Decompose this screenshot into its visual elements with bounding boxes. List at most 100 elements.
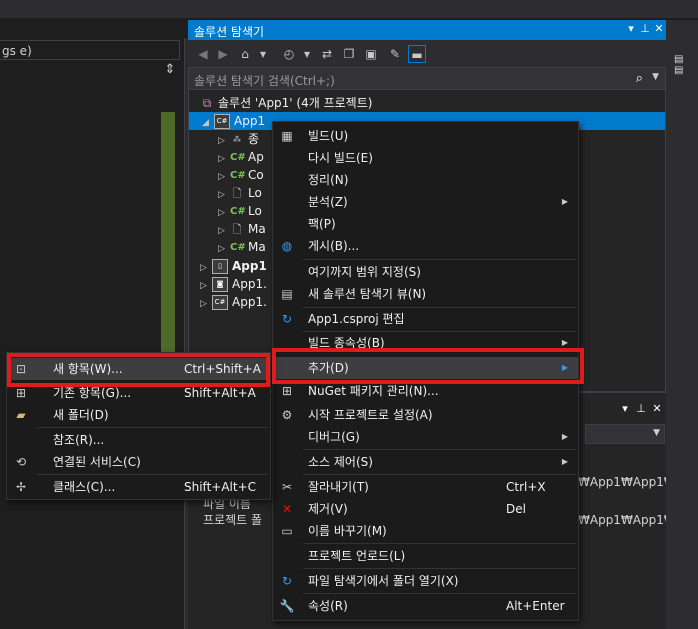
menu-item-label: 다시 빌드(E): [308, 151, 373, 165]
menu-item-pack[interactable]: 팩(P): [273, 213, 578, 235]
close-icon[interactable]: ✕: [652, 22, 666, 36]
menu-item-reference[interactable]: 참조(R)...: [7, 429, 270, 451]
menu-item-rebuild[interactable]: 다시 빌드(E): [273, 147, 578, 169]
search-icon[interactable]: ⌕: [636, 71, 643, 86]
gear-icon: ⚙: [281, 408, 293, 422]
expand-down-icon[interactable]: ◢: [202, 114, 214, 132]
menu-item-label: 팩(P): [308, 217, 336, 231]
menu-item-shortcut: Ctrl+X: [506, 480, 546, 494]
dropdown-icon[interactable]: ▼: [653, 428, 660, 438]
property-name: 프로젝트 폴: [203, 513, 263, 527]
menu-item-cut[interactable]: ✂ 잘라내기(T) Ctrl+X: [273, 476, 578, 498]
forward-icon[interactable]: ▶: [214, 45, 232, 63]
editor-combo-text: gs e): [2, 44, 32, 58]
tree-item[interactable]: ▷ C# Lo: [218, 202, 262, 220]
csharp-file-icon: C#: [230, 206, 246, 217]
tree-item-project[interactable]: ▷ C# App1.: [200, 293, 267, 311]
menu-separator: [303, 593, 576, 594]
property-value: ₩App1₩App1₩: [578, 513, 666, 527]
menu-item-publish[interactable]: ◍ 게시(B)...: [273, 235, 578, 257]
menu-item-label: 시작 프로젝트로 설정(A): [308, 408, 433, 422]
show-all-icon[interactable]: ▣: [362, 45, 380, 63]
tree-item-label: Ma: [248, 240, 266, 254]
tree-item-label: App1.: [232, 277, 267, 291]
menu-item-label: 새 솔루션 탐색기 뷰(N): [308, 287, 427, 301]
dropdown-icon[interactable]: ▾: [624, 22, 638, 36]
tree-item[interactable]: ▷ 🗋 Lo: [218, 184, 262, 202]
tree-item[interactable]: ▷ C# Co: [218, 166, 264, 184]
dropdown-icon[interactable]: ▾: [298, 45, 316, 63]
solution-explorer-toolbar: ◀ ▶ ⌂ ▾ ◴ ▾ ⇄ ❐ ▣ ✎ ▬: [188, 40, 666, 68]
menu-item-label: 제거(V): [308, 502, 348, 516]
menu-item-label: 이름 바꾸기(M): [308, 524, 387, 538]
tree-item[interactable]: ▷ C# Ap: [218, 148, 264, 166]
menu-item-remove[interactable]: ✕ 제거(V) Del: [273, 498, 578, 520]
change-margin: [161, 112, 175, 352]
menu-item-clean[interactable]: 정리(N): [273, 169, 578, 191]
tree-item-label: 솔루션 'App1' (4개 프로젝트): [218, 96, 373, 110]
csharp-project-icon: C#: [214, 114, 230, 129]
tree-item-label: Lo: [248, 204, 262, 218]
tree-item[interactable]: ▷ 🗋 Ma: [218, 220, 266, 238]
split-icon[interactable]: ⇕: [162, 63, 178, 77]
expand-right-icon[interactable]: ▷: [200, 295, 212, 313]
back-icon[interactable]: ◀: [194, 45, 212, 63]
menu-item-source-control[interactable]: 소스 제어(S) ▶: [273, 451, 578, 473]
new-view-icon: ▤: [281, 287, 293, 301]
csharp-file-icon: C#: [230, 170, 246, 181]
menu-item-label: 여기까지 범위 지정(S): [308, 265, 421, 279]
menu-item-scope[interactable]: 여기까지 범위 지정(S): [273, 261, 578, 283]
menu-item-new-view[interactable]: ▤ 새 솔루션 탐색기 뷰(N): [273, 283, 578, 305]
preview-icon[interactable]: ▬: [408, 45, 426, 63]
tree-item-solution[interactable]: ⧉ 솔루션 'App1' (4개 프로젝트): [200, 94, 373, 112]
menu-item-set-startup[interactable]: ⚙ 시작 프로젝트로 설정(A): [273, 404, 578, 426]
tree-item-project[interactable]: ▷ ◙ App1.: [200, 275, 267, 293]
dropdown-icon[interactable]: ▼: [652, 72, 659, 82]
xaml-file-icon: 🗋: [232, 187, 242, 200]
history-icon[interactable]: ◴: [280, 45, 298, 63]
menu-item-label: 파일 탐색기에서 폴더 열기(X): [308, 574, 459, 588]
scissors-icon: ✂: [281, 480, 293, 494]
pin-icon[interactable]: ⊥: [634, 402, 648, 416]
wrench-icon[interactable]: ✎: [386, 45, 404, 63]
menu-item-new-folder[interactable]: ▰ 새 폴더(D): [7, 404, 270, 426]
menu-item-unload[interactable]: 프로젝트 언로드(L): [273, 545, 578, 567]
menu-item-shortcut: Alt+Enter: [506, 599, 565, 613]
solution-search-box[interactable]: 솔루션 탐색기 검색(Ctrl+;) ⌕ ▼: [189, 68, 665, 90]
menu-item-debug[interactable]: 디버그(G) ▶: [273, 426, 578, 448]
menu-item-label: 잘라내기(T): [308, 480, 369, 494]
vertical-tab-icon[interactable]: ▤▤: [674, 54, 688, 76]
right-sidebar: ▤▤: [666, 20, 698, 629]
menu-item-edit-csproj[interactable]: ↻ App1.csproj 편집: [273, 308, 578, 330]
tree-item-label: 종: [248, 132, 260, 146]
highlight-add-item: [272, 348, 584, 384]
home-icon[interactable]: ⌂: [236, 45, 254, 63]
dropdown-icon[interactable]: ▾: [254, 45, 272, 63]
pin-icon[interactable]: ⊥: [638, 22, 652, 36]
menu-item-class[interactable]: ✢ 클래스(C)... Shift+Alt+C: [7, 476, 270, 498]
tree-item[interactable]: ▷ C# Ma: [218, 238, 266, 256]
menu-item-build[interactable]: ▦ 빌드(U): [273, 125, 578, 147]
menu-item-label: 정리(N): [308, 173, 349, 187]
rename-icon: ▭: [281, 524, 293, 538]
csharp-file-icon: C#: [230, 242, 246, 253]
sync-icon[interactable]: ⇄: [318, 45, 336, 63]
menu-item-open-folder[interactable]: ↻ 파일 탐색기에서 폴더 열기(X): [273, 570, 578, 592]
remove-icon: ✕: [281, 502, 293, 516]
menu-item-analyze[interactable]: 분석(Z) ▶: [273, 191, 578, 213]
expand-right-icon[interactable]: ▷: [218, 240, 230, 258]
menu-item-rename[interactable]: ▭ 이름 바꾸기(M): [273, 520, 578, 542]
properties-combo[interactable]: ▼: [585, 424, 665, 444]
menu-item-connected-service[interactable]: ⟲ 연결된 서비스(C): [7, 451, 270, 473]
dropdown-icon[interactable]: ▾: [618, 402, 632, 416]
menu-item-label: 분석(Z): [308, 195, 348, 209]
editor-combo[interactable]: gs e): [0, 40, 180, 60]
menu-item-properties[interactable]: 🔧 속성(R) Alt+Enter: [273, 595, 578, 617]
close-icon[interactable]: ✕: [650, 402, 664, 416]
menu-item-shortcut: Shift+Alt+C: [184, 480, 257, 494]
tree-item-project[interactable]: ▷ ▯ App1: [200, 257, 267, 275]
new-folder-icon: ▰: [16, 408, 26, 422]
tree-item[interactable]: ▷ ⁂ 종: [218, 130, 259, 148]
collapse-icon[interactable]: ❐: [340, 45, 358, 63]
tree-item-project[interactable]: ◢ C# App1: [202, 112, 265, 130]
